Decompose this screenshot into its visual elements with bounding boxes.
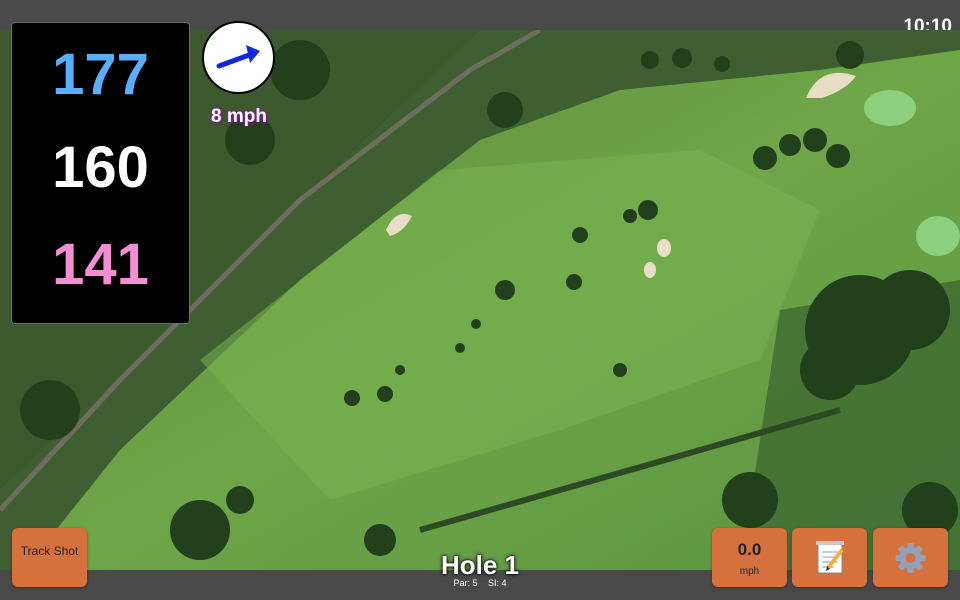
track-shot-label: Track Shot [20, 544, 79, 558]
hole-par: Par: 5 [453, 578, 478, 588]
shot-speed-button[interactable]: 0.0 mph [712, 528, 787, 587]
notes-button[interactable] [792, 528, 867, 587]
speed-unit: mph [739, 566, 760, 577]
wind-speed-label: 8 mph [211, 106, 267, 127]
hole-stroke-index: SI: 4 [488, 578, 507, 588]
wind-direction-indicator [202, 21, 275, 94]
distance-panel: 177 160 141 [11, 22, 190, 324]
speed-value: 0.0 [737, 540, 762, 559]
back-of-green-distance: 177 [52, 42, 149, 107]
notepad-pencil-icon [816, 541, 844, 574]
middle-of-green-distance: 160 [52, 135, 149, 200]
wind-arrow-icon [216, 45, 260, 69]
hole-title: Hole 1 [440, 550, 520, 580]
gear-icon [895, 543, 926, 573]
settings-button[interactable] [873, 528, 948, 587]
front-of-green-distance: 141 [52, 232, 149, 297]
hole-info: Par: 5 SI: 4 [380, 578, 580, 588]
track-shot-button[interactable]: Track Shot [12, 528, 87, 587]
